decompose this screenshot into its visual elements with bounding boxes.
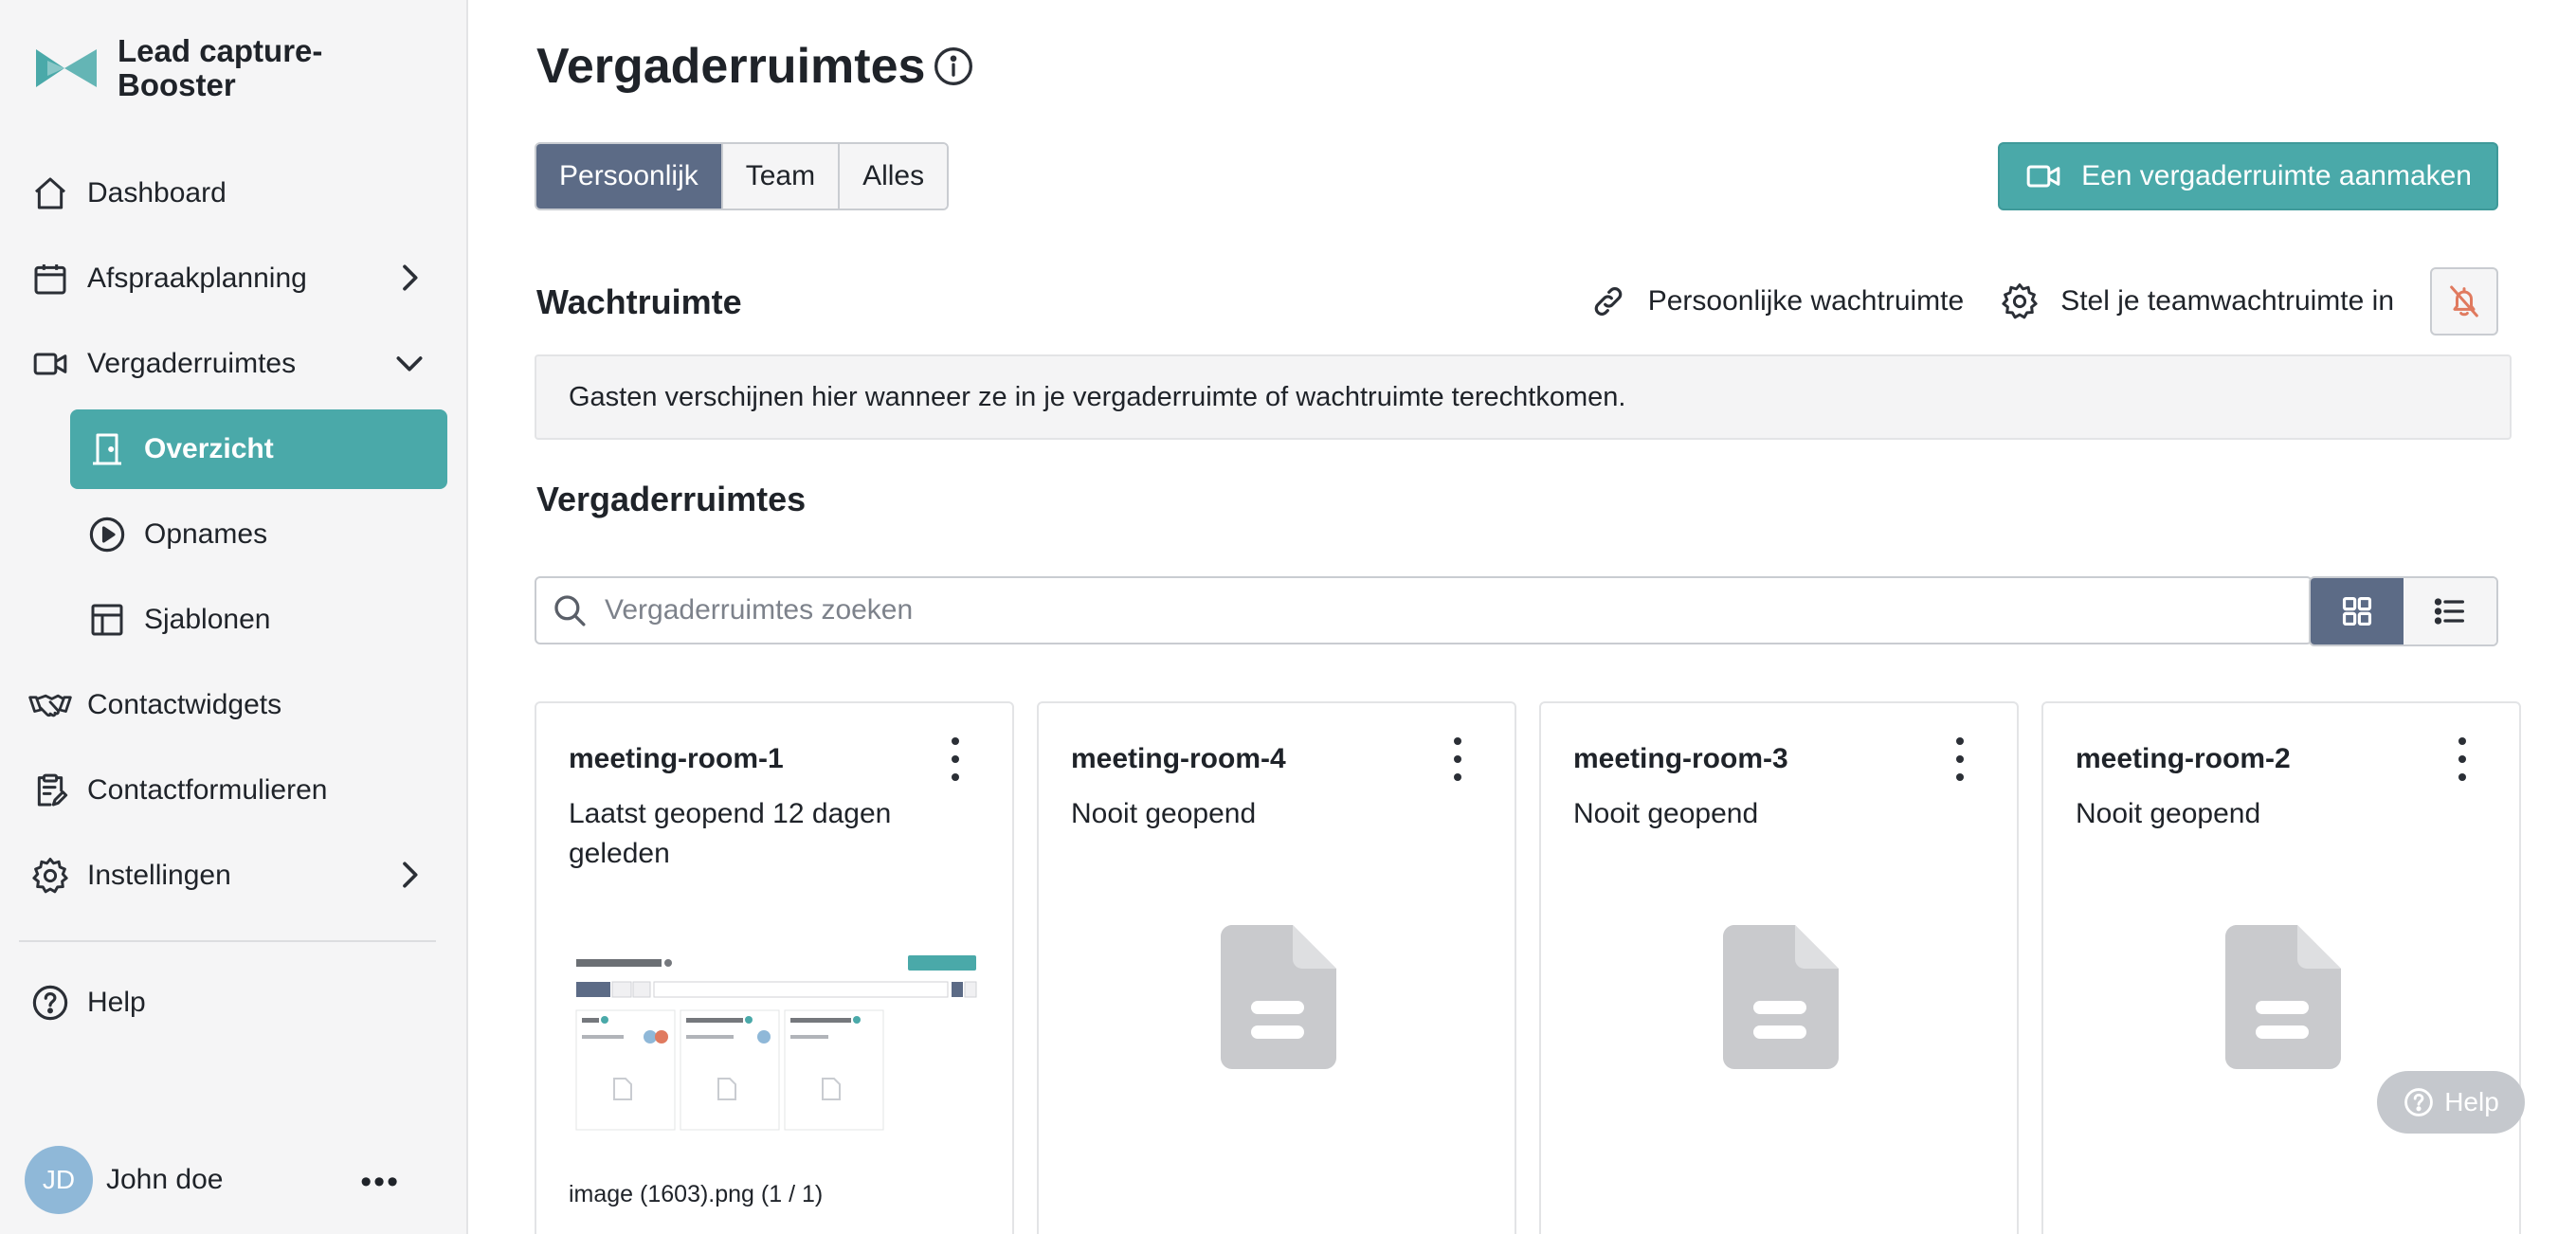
chevron-right-icon [403,862,418,888]
meeting-room-grid: meeting-room-1 Laatst geopend 12 dagen g… [535,701,2521,1234]
sidebar-divider [19,940,436,942]
sidebar-item-label: Vergaderruimtes [87,348,297,379]
meeting-room-name: meeting-room-3 [1573,743,1788,774]
meeting-room-card[interactable]: meeting-room-1 Laatst geopend 12 dagen g… [535,701,1014,1234]
meeting-rooms-title: Vergaderruimtes [536,480,807,518]
brand[interactable]: Lead capture-Booster [36,34,364,102]
sidebar-item-label: Contactwidgets [87,689,282,720]
scope-tabs: Persoonlijk Team Alles [535,142,950,210]
sidebar-item-contactformulieren[interactable]: Contactformulieren [25,751,447,830]
personal-waiting-room-link[interactable]: Persoonlijke wachtruimte [1589,282,1964,320]
meeting-room-name: meeting-room-1 [569,743,784,774]
sidebar-item-opnames[interactable]: Opnames [70,495,447,574]
help-widget-label: Help [2444,1087,2499,1116]
tab-team[interactable]: Team [722,144,841,209]
document-icon [2225,925,2341,1069]
avatar: JD [25,1146,93,1214]
meeting-room-status: Nooit geopend [1071,798,1257,829]
chevron-down-icon [396,356,423,372]
view-toggle [2309,576,2498,646]
brand-name: Lead capture-Booster [118,33,323,102]
meeting-room-name: meeting-room-4 [1071,743,1286,774]
sidebar-item-help[interactable]: Help [25,963,447,1043]
sidebar-item-label: Help [87,987,146,1018]
waiting-room-actions: Persoonlijke wachtruimte Stel je teamwac… [1589,267,2498,336]
create-meeting-room-label: Een vergaderruimte aanmaken [2081,160,2472,191]
sidebar-item-afspraakplanning[interactable]: Afspraakplanning [25,239,447,318]
play-circle-icon [85,513,129,556]
sidebar-item-label: Instellingen [87,860,231,891]
link-icon [1594,287,1623,316]
video-camera-icon [2026,165,2060,188]
search-icon [554,595,586,626]
notifications-toggle-button[interactable] [2430,267,2498,336]
search-bar [535,576,2313,644]
more-options-button[interactable]: ••• [360,1164,400,1201]
document-icon [1221,925,1336,1069]
card-menu-button[interactable] [2457,737,2468,781]
grid-icon [2342,596,2372,626]
card-menu-button[interactable] [1954,737,1966,781]
sidebar-item-label: Afspraakplanning [87,263,307,294]
chevron-right-icon [403,264,418,291]
sidebar-item-sjablonen[interactable]: Sjablonen [70,580,447,660]
gear-icon [28,854,72,898]
help-circle-icon [28,981,72,1025]
waiting-room-notice: Gasten verschijnen hier wanneer ze in je… [535,354,2512,440]
create-meeting-room-button[interactable]: Een vergaderruimte aanmaken [1998,142,2498,210]
meeting-room-status: Nooit geopend [2076,798,2261,829]
handshake-icon [28,683,72,727]
search-input[interactable] [605,594,2273,626]
sidebar-item-contactwidgets[interactable]: Contactwidgets [25,665,447,745]
sidebar-item-instellingen[interactable]: Instellingen [25,836,447,916]
brand-logo-icon [36,49,97,87]
meeting-room-name: meeting-room-2 [2076,743,2291,774]
sidebar-item-label: Overzicht [144,433,274,464]
sidebar-item-dashboard[interactable]: Dashboard [25,154,447,233]
clipboard-icon [28,769,72,812]
user-menu[interactable]: JD John doe ••• [25,1145,447,1215]
meeting-room-thumbnail[interactable] [569,946,982,1135]
info-icon[interactable] [933,45,974,87]
sidebar-item-label: Dashboard [87,177,227,209]
meeting-room-status: Nooit geopend [1573,798,1759,829]
grid-view-button[interactable] [2311,578,2404,644]
team-waiting-room-label: Stel je teamwachtruimte in [2060,285,2394,317]
waiting-room-title: Wachtruimte [536,282,742,321]
card-menu-button[interactable] [950,737,961,781]
sidebar: Lead capture-Booster Dashboard Afspraakp… [0,0,468,1234]
door-icon [85,427,129,471]
personal-waiting-room-label: Persoonlijke wachtruimte [1647,285,1965,317]
meeting-room-card[interactable]: meeting-room-2 Nooit geopend [2041,701,2521,1234]
calendar-icon [28,257,72,300]
help-circle-icon [2404,1088,2434,1116]
team-waiting-room-link[interactable]: Stel je teamwachtruimte in [2000,281,2394,321]
page-title: Vergaderruimtes [536,39,926,94]
meeting-room-status: Laatst geopend 12 dagen geleden [569,798,892,869]
sidebar-item-overzicht[interactable]: Overzicht [70,409,447,489]
card-menu-button[interactable] [1452,737,1463,781]
meeting-room-card[interactable]: meeting-room-3 Nooit geopend [1539,701,2019,1234]
list-view-button[interactable] [2404,578,2496,644]
help-widget-button[interactable]: Help [2377,1071,2525,1134]
tab-alles[interactable]: Alles [840,144,948,209]
sidebar-item-label: Sjablonen [144,604,271,635]
meeting-room-card[interactable]: meeting-room-4 Nooit geopend [1037,701,1516,1234]
document-icon [1723,925,1839,1069]
tab-persoonlijk[interactable]: Persoonlijk [536,144,723,209]
bell-off-icon [2450,285,2478,318]
home-icon [28,172,72,215]
gear-icon [2002,283,2038,319]
template-icon [85,598,129,642]
user-name: John doe [106,1164,224,1195]
sidebar-item-label: Opnames [144,518,268,550]
video-camera-icon [28,342,72,386]
sidebar-item-label: Contactformulieren [87,774,328,806]
sidebar-item-vergaderruimtes[interactable]: Vergaderruimtes [25,324,447,404]
main-content: Vergaderruimtes Persoonlijk Team Alles E… [468,0,2576,1234]
thumbnail-caption: image (1603).png (1 / 1) [569,1181,824,1207]
list-icon [2434,598,2464,625]
